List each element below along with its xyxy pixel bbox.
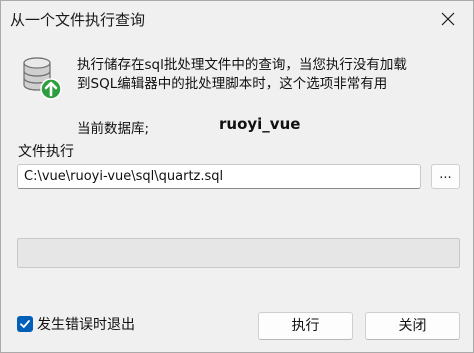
progress-bar: [17, 238, 460, 268]
window-close-button[interactable]: [435, 7, 461, 31]
exit-on-error-label: 发生错误时退出: [37, 317, 135, 333]
window-title: 从一个文件执行查询: [10, 11, 146, 29]
current-database-value: ruoyi_vue: [219, 115, 301, 133]
description-line-1: 执行储存在sql批处理文件中的查询，当您执行没有加载: [77, 57, 407, 73]
file-path-input[interactable]: [17, 164, 421, 189]
file-execute-label: 文件执行: [18, 144, 74, 160]
close-icon: [441, 12, 455, 26]
exit-on-error-option[interactable]: 发生错误时退出: [17, 314, 135, 334]
execute-button[interactable]: 执行: [258, 312, 353, 340]
checkmark-icon: [20, 320, 30, 328]
current-database-label: 当前数据库;: [77, 121, 150, 137]
description-text: 执行储存在sql批处理文件中的查询，当您执行没有加载 到SQL编辑器中的批处理脚…: [77, 56, 467, 94]
database-icon: [23, 57, 62, 100]
exit-on-error-checkbox[interactable]: [17, 316, 33, 332]
browse-button[interactable]: ...: [431, 164, 460, 189]
title-bar: 从一个文件执行查询: [1, 1, 473, 37]
close-button[interactable]: 关闭: [365, 312, 460, 340]
execute-sql-file-dialog: 从一个文件执行查询 执行储存在sql批处理文件中的查询，当您执行没有加载 到SQ…: [0, 0, 474, 353]
description-line-2: 到SQL编辑器中的批处理脚本时，这个选项非常有用: [77, 76, 388, 92]
